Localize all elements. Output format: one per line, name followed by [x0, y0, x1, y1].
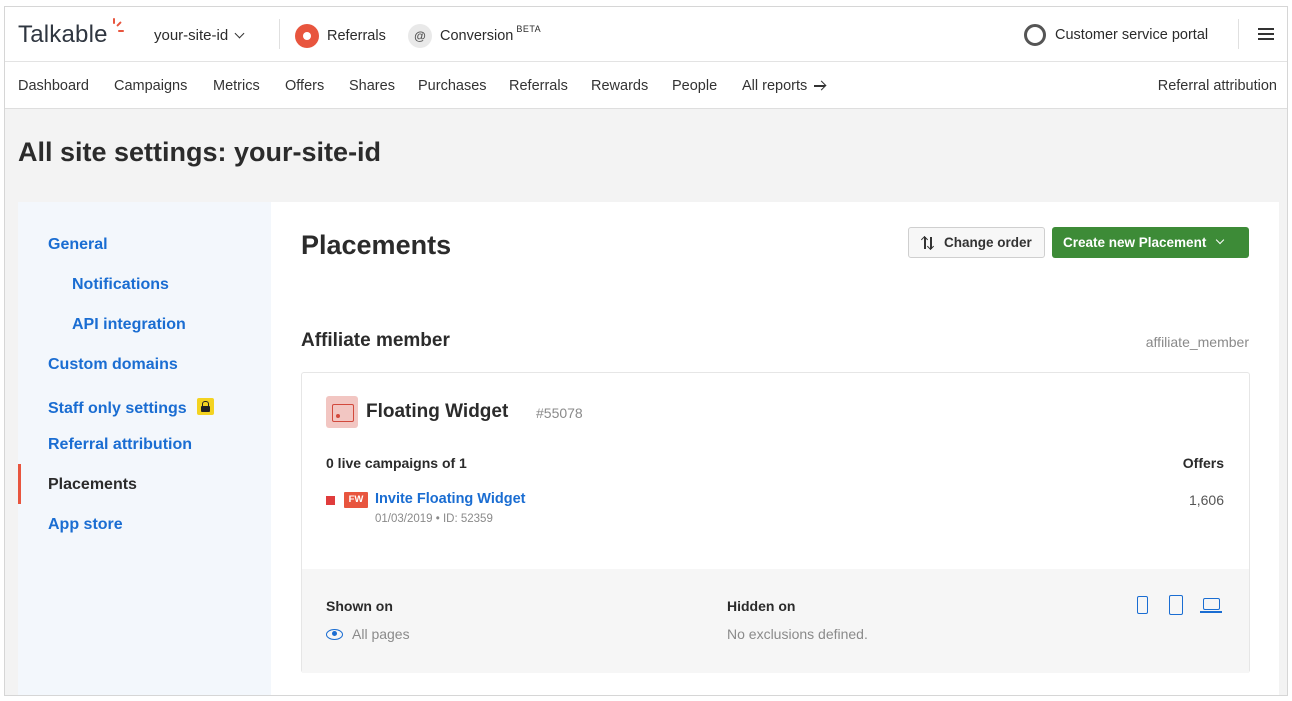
nav-shares[interactable]: Shares: [349, 78, 395, 94]
floating-widget-icon: [326, 396, 358, 428]
nav-dashboard[interactable]: Dashboard: [18, 78, 89, 94]
placement-title: Floating Widget: [366, 401, 509, 422]
conversion-at-icon: @: [408, 24, 432, 48]
hamburger-menu-icon[interactable]: [1258, 28, 1274, 40]
shown-on-label: Shown on: [326, 598, 393, 614]
hidden-on-label: Hidden on: [727, 598, 796, 614]
nav-campaigns[interactable]: Campaigns: [114, 78, 187, 94]
product-conversion-label: Conversion: [440, 28, 514, 44]
sidebar-item-referral-attribution[interactable]: Referral attribution: [48, 436, 192, 454]
logo-spark-icon: [108, 18, 124, 42]
divider: [279, 19, 280, 49]
portal-ring-icon: [1024, 24, 1046, 46]
site-selector-label: your-site-id: [154, 27, 229, 44]
placement-card: Floating Widget #55078 0 live campaigns …: [301, 372, 1250, 673]
chevron-down-icon: [1216, 235, 1225, 244]
nav-purchases[interactable]: Purchases: [418, 78, 487, 94]
sidebar-item-label: Staff only settings: [48, 400, 187, 417]
nav-referral-attribution[interactable]: Referral attribution: [1158, 78, 1277, 94]
hidden-on-value: No exclusions defined.: [727, 626, 868, 642]
status-indicator: [326, 496, 335, 505]
nav-all-reports[interactable]: All reports: [742, 78, 826, 94]
talkable-logo[interactable]: Talkable: [18, 18, 124, 49]
customer-service-portal-link[interactable]: Customer service portal: [1024, 24, 1208, 46]
create-new-placement-button[interactable]: Create new Placement: [1052, 227, 1249, 258]
product-conversion[interactable]: @ Conversion BETA: [408, 24, 541, 48]
chevron-down-icon: [234, 28, 245, 39]
nav-rewards[interactable]: Rewards: [591, 78, 648, 94]
page-title: All site settings: your-site-id: [18, 137, 382, 167]
nav-referrals[interactable]: Referrals: [509, 78, 568, 94]
mobile-device-icon: [1137, 596, 1148, 614]
sidebar-item-placements[interactable]: Placements: [48, 476, 137, 494]
portal-label: Customer service portal: [1055, 27, 1209, 43]
change-order-label: Change order: [944, 235, 1032, 250]
sidebar-item-custom-domains[interactable]: Custom domains: [48, 356, 178, 374]
placements-heading: Placements: [301, 230, 452, 260]
swap-arrows-icon: [920, 235, 935, 250]
lock-icon: [196, 398, 214, 415]
sidebar-item-app-store[interactable]: App store: [48, 516, 123, 534]
section-key: affiliate_member: [1145, 334, 1249, 350]
referrals-icon: [295, 24, 319, 48]
campaign-meta: 01/03/2019 • ID: 52359: [375, 513, 493, 525]
active-indicator: [18, 464, 21, 504]
sidebar-item-notifications[interactable]: Notifications: [72, 276, 169, 294]
campaign-type-badge: FW: [344, 492, 368, 508]
top-header: Talkable your-site-id Referrals @ Conver…: [5, 7, 1287, 62]
arrow-right-icon: [814, 81, 826, 91]
nav-all-reports-label: All reports: [742, 78, 808, 94]
create-new-label: Create new Placement: [1063, 235, 1207, 250]
live-campaigns-count: 0 live campaigns of 1: [326, 455, 467, 471]
beta-badge: BETA: [516, 24, 542, 34]
product-referrals-label: Referrals: [327, 28, 386, 44]
app-window: Talkable your-site-id Referrals @ Conver…: [4, 6, 1288, 696]
eye-icon: [326, 628, 343, 640]
main-nav: Dashboard Campaigns Metrics Offers Share…: [5, 62, 1287, 109]
sidebar-item-staff-only-settings[interactable]: Staff only settings: [48, 396, 214, 418]
placement-visibility: Shown on All pages Hidden on No exclusio…: [302, 569, 1249, 673]
shown-on-text: All pages: [352, 626, 410, 642]
campaign-link[interactable]: Invite Floating Widget: [375, 491, 526, 507]
tablet-device-icon: [1169, 595, 1183, 615]
shown-on-value: All pages: [326, 626, 410, 642]
sidebar-item-general[interactable]: General: [48, 236, 108, 254]
placement-id: #55078: [536, 405, 583, 421]
nav-offers[interactable]: Offers: [285, 78, 324, 94]
laptop-device-icon: [1200, 598, 1222, 613]
change-order-button[interactable]: Change order: [908, 227, 1045, 258]
sidebar-item-api-integration[interactable]: API integration: [72, 316, 186, 334]
main-content: Placements Change order Create new Place…: [271, 202, 1279, 695]
offers-header: Offers: [1182, 455, 1224, 471]
divider: [1238, 19, 1239, 49]
product-referrals[interactable]: Referrals: [295, 24, 386, 48]
section-title: Affiliate member: [301, 330, 450, 351]
logo-text: Talkable: [18, 21, 108, 48]
nav-people[interactable]: People: [672, 78, 717, 94]
settings-sidebar: General Notifications API integration Cu…: [18, 202, 271, 695]
site-selector[interactable]: your-site-id: [154, 27, 245, 44]
nav-metrics[interactable]: Metrics: [213, 78, 260, 94]
campaign-offers-count: 1,606: [1188, 492, 1224, 508]
